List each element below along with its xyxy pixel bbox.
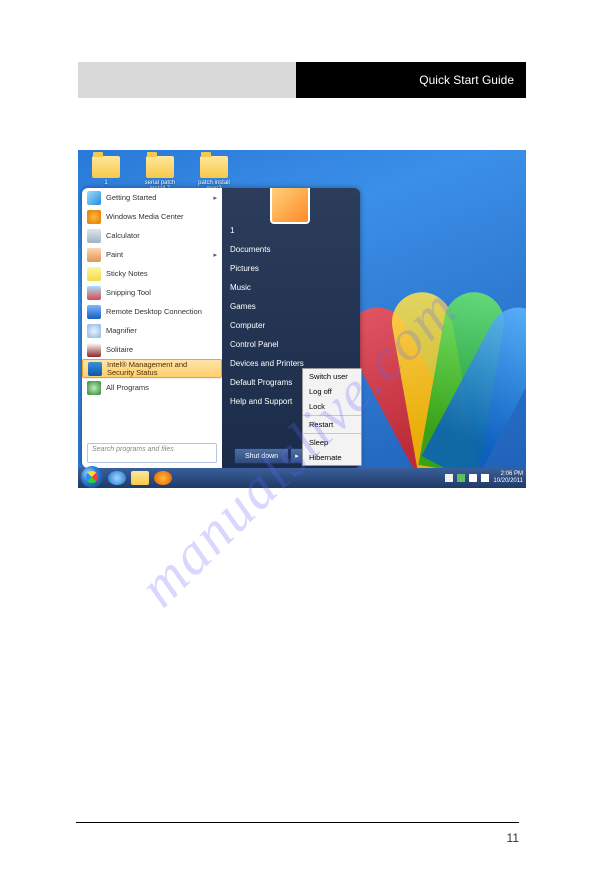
program-item[interactable]: Snipping Tool [82,283,222,302]
desktop-icon[interactable]: 1 [86,156,126,192]
program-label: Snipping Tool [106,289,151,297]
header-right: Quick Start Guide [296,62,526,98]
program-icon [87,305,101,319]
program-icon [87,324,101,338]
power-icon[interactable] [457,474,465,482]
program-icon [87,191,101,205]
desktop-icon[interactable]: serial patch install 7 [140,156,180,192]
power-option[interactable]: Log off [303,384,361,399]
program-item[interactable]: Magnifier [82,321,222,340]
program-label: Calculator [106,232,140,240]
program-item[interactable]: Getting Started ▸ [82,188,222,207]
folder-icon [200,156,228,178]
program-item[interactable]: Windows Media Center [82,207,222,226]
clock-date: 10/20/2011 [493,478,523,485]
user-avatar[interactable] [270,188,310,224]
places-item[interactable]: Games [230,302,352,316]
taskbar: 2:06 PM 10/20/2011 [78,468,526,488]
page-header: Quick Start Guide [78,62,526,98]
all-programs-item[interactable]: All Programs [82,378,222,397]
program-label: Paint [106,251,123,259]
power-option[interactable]: Sleep [303,435,361,450]
wallpaper-logo [358,230,526,470]
program-item[interactable]: Calculator [82,226,222,245]
program-label: Magnifier [106,327,137,335]
ie-icon[interactable] [108,471,126,485]
media-player-icon[interactable] [154,471,172,485]
program-icon [87,267,101,281]
program-label: Remote Desktop Connection [106,308,202,316]
program-item[interactable]: Paint ▸ [82,245,222,264]
program-label: Intel® Management and Security Status [107,361,216,376]
program-icon [87,229,101,243]
program-item[interactable]: Sticky Notes [82,264,222,283]
power-option[interactable]: Restart [303,417,361,432]
page-number: 11 [507,831,519,845]
program-item[interactable]: Remote Desktop Connection [82,302,222,321]
menu-separator [303,415,361,416]
program-icon [87,343,101,357]
places-item[interactable]: Computer [230,321,352,335]
power-option[interactable]: Lock [303,399,361,414]
places-item[interactable]: Music [230,283,352,297]
power-option[interactable]: Switch user [303,369,361,384]
shutdown-button[interactable]: Shut down [234,448,289,464]
folder-icon [92,156,120,178]
program-label: Getting Started [106,194,156,202]
places-item[interactable]: Control Panel [230,340,352,354]
program-icon [88,362,102,376]
program-label: Solitaire [106,346,133,354]
program-label: Sticky Notes [106,270,148,278]
places-item[interactable]: Pictures [230,264,352,278]
network-icon[interactable] [469,474,477,482]
system-tray: 2:06 PM 10/20/2011 [445,471,523,484]
icon-label: 1 [104,180,107,186]
program-label: Windows Media Center [106,213,184,221]
program-item[interactable]: Solitaire [82,340,222,359]
folder-icon [146,156,174,178]
chevron-right-icon: ▸ [213,194,217,202]
program-icon [87,248,101,262]
clock-time: 2:06 PM [493,471,523,478]
start-button[interactable] [81,466,103,488]
explorer-icon[interactable] [131,471,149,485]
desktop-icons: 1 serial patch install 7 patch install m… [86,156,234,192]
chevron-right-icon: ▸ [213,251,217,259]
header-left [78,62,296,98]
clock[interactable]: 2:06 PM 10/20/2011 [493,471,523,484]
search-placeholder: Search programs and files [92,446,174,453]
program-icon [87,286,101,300]
places-item[interactable]: 1 [230,226,352,240]
program-icon [87,210,101,224]
program-item[interactable]: Intel® Management and Security Status [82,359,222,378]
desktop-icon[interactable]: patch install mon2 [194,156,234,192]
page-divider [76,822,519,823]
places-item[interactable]: Documents [230,245,352,259]
action-center-icon[interactable] [445,474,453,482]
program-label: All Programs [106,384,149,392]
menu-separator [303,433,361,434]
screenshot-desktop: 1 serial patch install 7 patch install m… [78,150,526,488]
power-submenu: Switch userLog offLock Restart SleepHibern… [302,368,362,466]
search-input[interactable]: Search programs and files [87,443,217,463]
header-title: Quick Start Guide [419,73,514,87]
start-menu-programs: Getting Started ▸ Windows Media Center Calc… [82,188,222,468]
sound-icon[interactable] [481,474,489,482]
power-option[interactable]: Hibernate [303,450,361,465]
program-icon [87,381,101,395]
